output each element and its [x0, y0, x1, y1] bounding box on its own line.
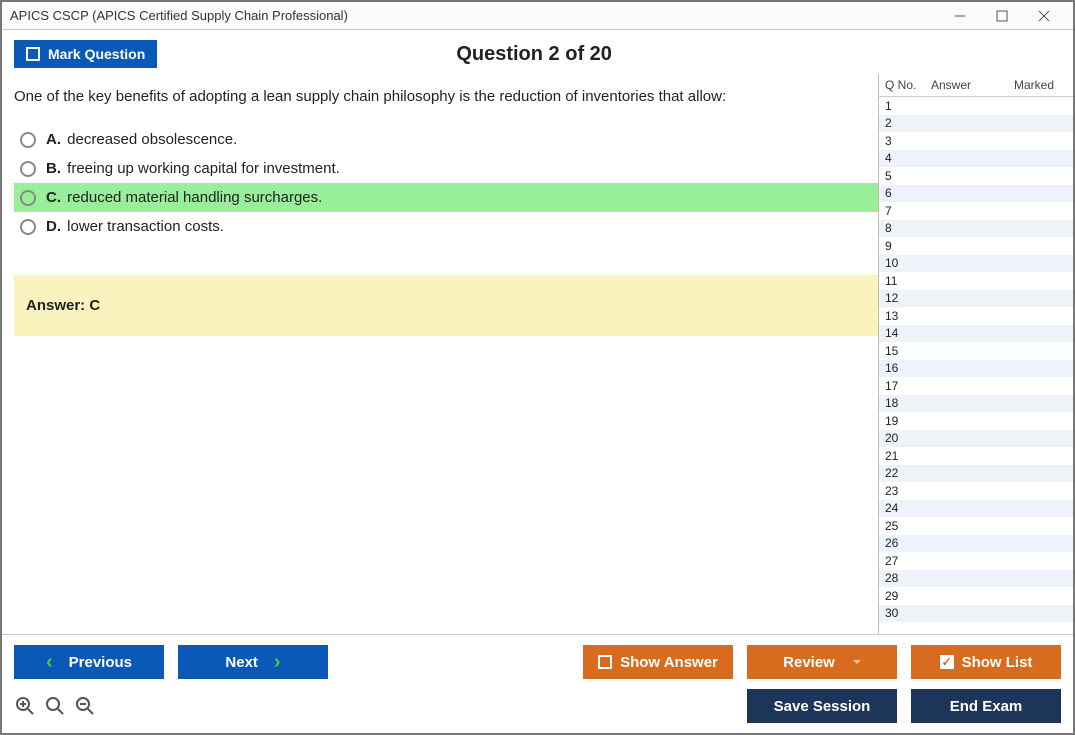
question-list-row[interactable]: 15 — [879, 342, 1073, 360]
question-list-row[interactable]: 22 — [879, 465, 1073, 483]
question-list-row[interactable]: 18 — [879, 395, 1073, 413]
window-minimize-button[interactable] — [939, 2, 981, 30]
option-text: A. decreased obsolescence. — [46, 131, 237, 148]
previous-button[interactable]: Previous — [14, 645, 164, 679]
question-list-row[interactable]: 13 — [879, 307, 1073, 325]
question-list-row[interactable]: 4 — [879, 150, 1073, 168]
question-list-row[interactable]: 30 — [879, 605, 1073, 623]
question-list-row[interactable]: 9 — [879, 237, 1073, 255]
question-list-row[interactable]: 7 — [879, 202, 1073, 220]
zoom-in-icon[interactable] — [14, 695, 36, 717]
window-title: APICS CSCP (APICS Certified Supply Chain… — [10, 8, 939, 23]
question-list-row[interactable]: 5 — [879, 167, 1073, 185]
end-exam-button[interactable]: End Exam — [911, 689, 1061, 723]
question-list-row[interactable]: 19 — [879, 412, 1073, 430]
col-header-answer: Answer — [931, 78, 1001, 92]
question-list-row[interactable]: 1 — [879, 97, 1073, 115]
question-list-row[interactable]: 24 — [879, 500, 1073, 518]
question-list-row[interactable]: 29 — [879, 587, 1073, 605]
review-button[interactable]: Review — [747, 645, 897, 679]
footer-row-2: Save Session End Exam — [14, 689, 1061, 723]
question-list-row[interactable]: 16 — [879, 360, 1073, 378]
radio-icon — [20, 132, 36, 148]
radio-icon — [20, 190, 36, 206]
question-list-panel: Q No. Answer Marked 12345678910111213141… — [878, 74, 1073, 634]
option-row[interactable]: D. lower transaction costs. — [14, 212, 878, 241]
question-counter: Question 2 of 20 — [157, 43, 911, 66]
window-close-button[interactable] — [1023, 2, 1065, 30]
zoom-out-icon[interactable] — [74, 695, 96, 717]
question-text: One of the key benefits of adopting a le… — [14, 80, 878, 117]
col-header-qno: Q No. — [885, 78, 931, 92]
main-panel: One of the key benefits of adopting a le… — [2, 74, 878, 634]
question-list-row[interactable]: 10 — [879, 255, 1073, 273]
question-list-row[interactable]: 21 — [879, 447, 1073, 465]
option-text: B. freeing up working capital for invest… — [46, 160, 340, 177]
show-answer-button[interactable]: Show Answer — [583, 645, 733, 679]
option-row[interactable]: C. reduced material handling surcharges. — [14, 183, 878, 212]
question-list-row[interactable]: 12 — [879, 290, 1073, 308]
question-list-row[interactable]: 26 — [879, 535, 1073, 553]
zoom-reset-icon[interactable] — [44, 695, 66, 717]
footer-row-1: Previous Next Show Answer Review Show Li… — [14, 645, 1061, 679]
question-list-row[interactable]: 28 — [879, 570, 1073, 588]
question-list-row[interactable]: 23 — [879, 482, 1073, 500]
window-maximize-button[interactable] — [981, 2, 1023, 30]
option-row[interactable]: A. decreased obsolescence. — [14, 125, 878, 154]
option-text: D. lower transaction costs. — [46, 218, 224, 235]
header-row: Mark Question Question 2 of 20 — [2, 30, 1073, 74]
radio-icon — [20, 161, 36, 177]
question-list-row[interactable]: 2 — [879, 115, 1073, 133]
mark-question-label: Mark Question — [48, 46, 145, 62]
checkbox-icon — [598, 655, 612, 669]
options-list: A. decreased obsolescence. B. freeing up … — [14, 125, 878, 241]
titlebar: APICS CSCP (APICS Certified Supply Chain… — [2, 2, 1073, 30]
question-list-row[interactable]: 20 — [879, 430, 1073, 448]
body: One of the key benefits of adopting a le… — [2, 74, 1073, 634]
option-row[interactable]: B. freeing up working capital for invest… — [14, 154, 878, 183]
next-button[interactable]: Next — [178, 645, 328, 679]
show-list-button[interactable]: Show List — [911, 645, 1061, 679]
question-list-header: Q No. Answer Marked — [879, 74, 1073, 97]
checkbox-checked-icon — [940, 655, 954, 669]
app-window: APICS CSCP (APICS Certified Supply Chain… — [0, 0, 1075, 735]
question-list-row[interactable]: 27 — [879, 552, 1073, 570]
checkbox-icon — [26, 47, 40, 61]
question-list-body[interactable]: 1234567891011121314151617181920212223242… — [879, 97, 1073, 634]
mark-question-button[interactable]: Mark Question — [14, 40, 157, 68]
col-header-marked: Marked — [1001, 78, 1067, 92]
footer: Previous Next Show Answer Review Show Li… — [2, 634, 1073, 733]
save-session-button[interactable]: Save Session — [747, 689, 897, 723]
option-text: C. reduced material handling surcharges. — [46, 189, 322, 206]
question-list-row[interactable]: 8 — [879, 220, 1073, 238]
zoom-controls — [14, 695, 96, 717]
answer-box: Answer: C — [14, 275, 878, 336]
question-list-row[interactable]: 25 — [879, 517, 1073, 535]
radio-icon — [20, 219, 36, 235]
question-list-row[interactable]: 14 — [879, 325, 1073, 343]
question-list-row[interactable]: 11 — [879, 272, 1073, 290]
question-list-row[interactable]: 17 — [879, 377, 1073, 395]
question-list-row[interactable]: 6 — [879, 185, 1073, 203]
question-list-row[interactable]: 3 — [879, 132, 1073, 150]
